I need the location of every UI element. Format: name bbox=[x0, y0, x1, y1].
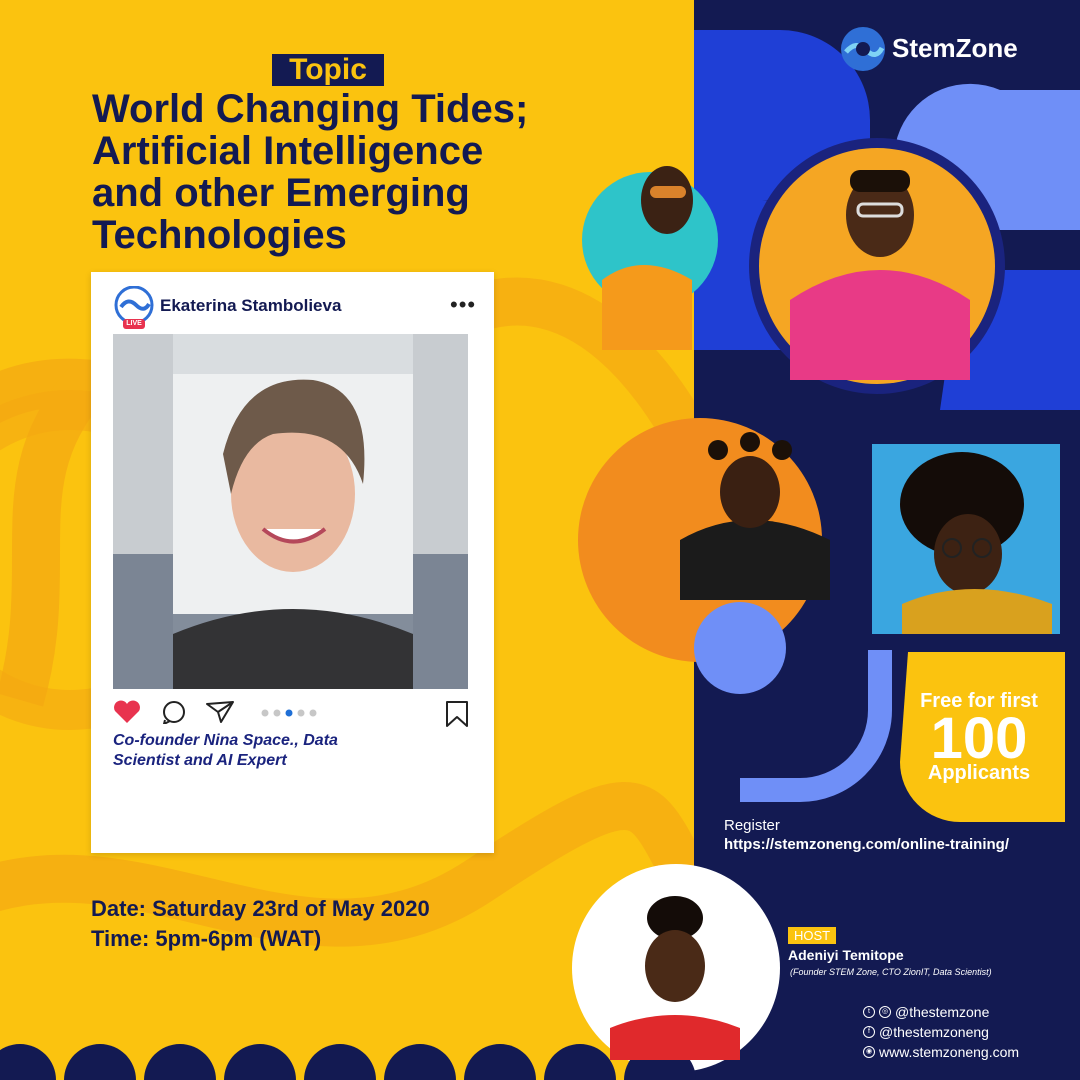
social-handle: @thestemzone bbox=[895, 1004, 990, 1020]
event-time: Time: 5pm-6pm (WAT) bbox=[91, 926, 322, 951]
event-date: Date: Saturday 23rd of May 2020 bbox=[91, 896, 430, 921]
caption-line-2: Scientist and AI Expert bbox=[113, 752, 287, 769]
host-role: (Founder STEM Zone, CTO ZionIT, Data Sci… bbox=[790, 967, 992, 977]
register-url[interactable]: https://stemzoneng.com/online-training/ bbox=[724, 836, 1009, 853]
host-photo bbox=[610, 896, 740, 1060]
social-website[interactable]: ◉ www.stemzoneng.com bbox=[863, 1044, 1019, 1060]
stemzone-wave-logo-icon bbox=[841, 27, 885, 71]
title-line-2: Artificial Intelligence bbox=[92, 129, 484, 173]
social-twitter-instagram[interactable]: t ◎ @thestemzone bbox=[863, 1004, 989, 1020]
person-photo-3 bbox=[680, 432, 830, 600]
event-title: World Changing Tides; Artificial Intelli… bbox=[92, 88, 652, 256]
website-url: www.stemzoneng.com bbox=[879, 1044, 1020, 1060]
social-handle: @thestemzoneng bbox=[879, 1024, 989, 1040]
caption-line-1: Co-founder Nina Space., Data bbox=[113, 732, 338, 749]
title-line-4: Technologies bbox=[92, 213, 347, 257]
carousel-dots[interactable] bbox=[260, 708, 322, 718]
title-line-1: World Changing Tides; bbox=[92, 87, 529, 131]
post-username: Ekaterina Stambolieva bbox=[160, 296, 342, 315]
comment-icon[interactable] bbox=[161, 700, 187, 724]
brand-name: StemZone bbox=[892, 33, 1018, 63]
topic-label: Topic bbox=[272, 54, 384, 86]
live-badge: LIVE bbox=[126, 320, 142, 327]
post-photo bbox=[113, 334, 468, 689]
heart-icon[interactable] bbox=[113, 700, 141, 724]
globe-icon: ◉ bbox=[863, 1046, 875, 1058]
facebook-icon: f bbox=[863, 1026, 875, 1038]
offer-line-3: Applicants bbox=[927, 762, 1031, 784]
post-caption: Co-founder Nina Space., Data Scientist a… bbox=[113, 731, 393, 771]
person-photo-2 bbox=[790, 170, 970, 380]
host-name: Adeniyi Temitope bbox=[788, 947, 904, 963]
social-facebook[interactable]: f @thestemzoneng bbox=[863, 1024, 989, 1040]
event-flyer: Topic World Changing Tides; Artificial I… bbox=[0, 0, 1080, 1080]
twitter-icon: t bbox=[863, 1006, 875, 1018]
title-line-3: and other Emerging bbox=[92, 171, 470, 215]
instagram-icon: ◎ bbox=[879, 1006, 891, 1018]
person-photo-4 bbox=[900, 452, 1052, 634]
register-label: Register bbox=[724, 817, 780, 834]
share-icon[interactable] bbox=[205, 700, 235, 724]
bookmark-icon[interactable] bbox=[444, 700, 470, 728]
host-tag: HOST bbox=[788, 927, 836, 944]
more-dots-icon[interactable]: ••• bbox=[450, 292, 476, 318]
